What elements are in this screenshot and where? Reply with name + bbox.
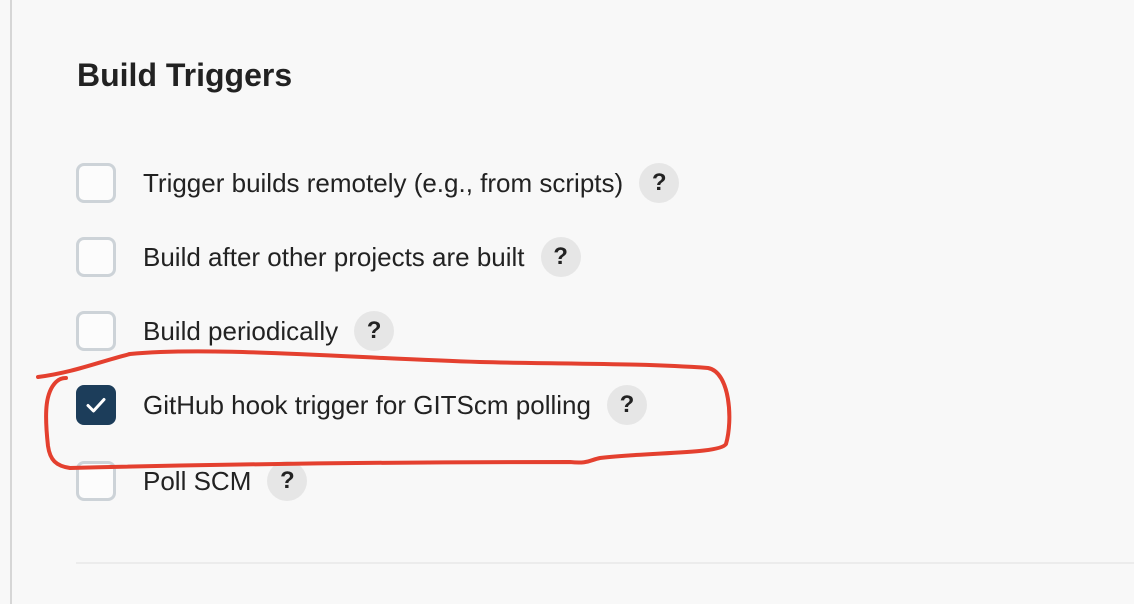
poll-scm-help-button[interactable]: ?: [267, 461, 308, 501]
section-title: Build Triggers: [77, 57, 293, 93]
build-after-other-projects-checkbox[interactable]: [76, 237, 116, 277]
trigger-remote-label[interactable]: Trigger builds remotely (e.g., from scri…: [143, 168, 623, 199]
section-divider: [76, 562, 1134, 564]
github-hook-trigger-label[interactable]: GitHub hook trigger for GITScm polling: [143, 390, 591, 421]
poll-scm-label[interactable]: Poll SCM: [143, 466, 251, 497]
build-after-other-projects-row: Build after other projects are built ?: [76, 234, 581, 280]
page-left-border: [10, 0, 12, 604]
build-periodically-help-button[interactable]: ?: [354, 311, 395, 351]
check-icon: [85, 396, 107, 414]
github-hook-trigger-help-button[interactable]: ?: [606, 385, 647, 425]
github-hook-trigger-row: GitHub hook trigger for GITScm polling ?: [76, 382, 647, 428]
build-after-other-projects-help-button[interactable]: ?: [540, 237, 581, 277]
trigger-remote-row: Trigger builds remotely (e.g., from scri…: [76, 160, 680, 206]
github-hook-trigger-checkbox[interactable]: [76, 385, 116, 425]
trigger-remote-help-button[interactable]: ?: [639, 163, 680, 203]
build-periodically-checkbox[interactable]: [76, 311, 116, 351]
trigger-remote-checkbox[interactable]: [76, 163, 116, 203]
build-periodically-row: Build periodically ?: [76, 308, 395, 354]
poll-scm-row: Poll SCM ?: [76, 458, 308, 504]
poll-scm-checkbox[interactable]: [76, 461, 116, 501]
build-periodically-label[interactable]: Build periodically: [143, 316, 338, 347]
build-after-other-projects-label[interactable]: Build after other projects are built: [143, 242, 525, 273]
